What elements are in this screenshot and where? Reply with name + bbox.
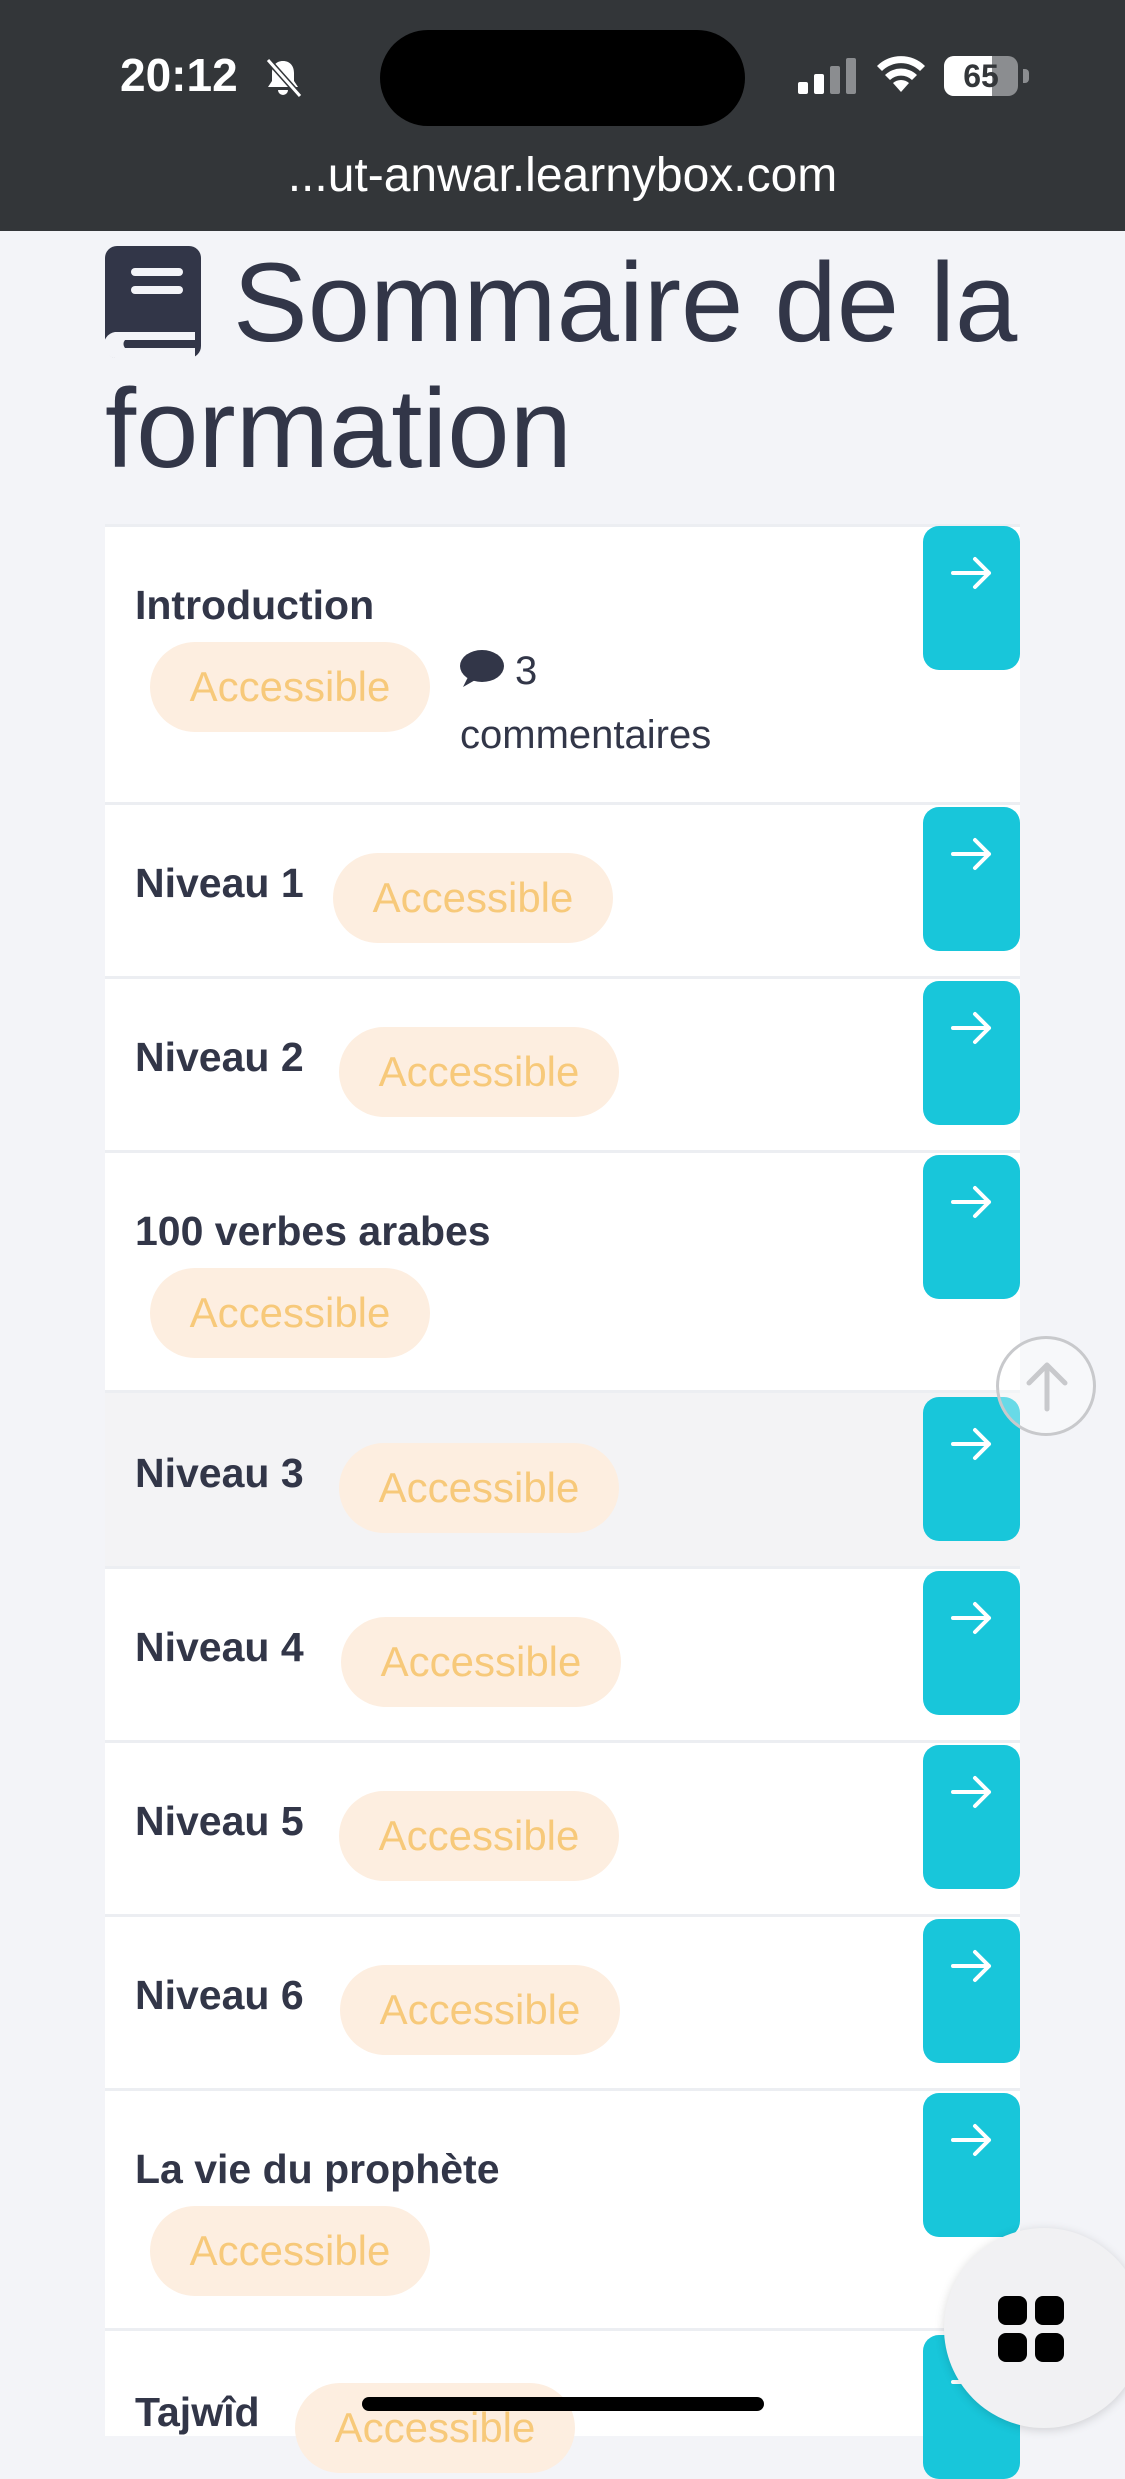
lesson-title: Niveau 1 <box>135 860 304 906</box>
lesson-title: Niveau 2 <box>135 1034 304 1080</box>
arrow-right-icon <box>951 1950 991 1982</box>
open-lesson-button[interactable] <box>923 1919 1020 2063</box>
bell-slash-icon <box>265 58 303 98</box>
lesson-title: Niveau 6 <box>135 1972 304 2018</box>
comment-count: 3 <box>515 649 538 693</box>
arrow-right-icon <box>951 1012 991 1044</box>
status-badge: Accessible <box>339 1443 619 1533</box>
dynamic-island <box>380 30 745 126</box>
wifi-icon <box>877 56 925 92</box>
lesson-row-100-verbes-arabes[interactable]: 100 verbes arabes Accessible <box>105 1150 1020 1390</box>
lesson-row-niveau-1[interactable]: Niveau 1 Accessible <box>105 802 1020 976</box>
home-indicator[interactable] <box>362 2397 764 2411</box>
open-lesson-button[interactable] <box>923 807 1020 951</box>
open-lesson-button[interactable] <box>923 1397 1020 1541</box>
battery-icon: 65 <box>944 56 1029 96</box>
arrow-right-icon <box>951 1776 991 1808</box>
status-badge: Accessible <box>340 1965 620 2055</box>
status-badge: Accessible <box>150 1268 430 1358</box>
arrow-right-icon <box>951 2124 991 2156</box>
url-bar[interactable]: ...ut-anwar.learnybox.com <box>0 148 1125 203</box>
status-badge: Accessible <box>339 1791 619 1881</box>
lesson-title: Niveau 4 <box>135 1624 304 1670</box>
battery-percent: 65 <box>963 58 999 94</box>
lesson-title: Tajwîd <box>135 2389 260 2435</box>
lesson-title: La vie du prophète <box>135 2146 500 2192</box>
status-time: 20:12 <box>120 49 238 101</box>
lesson-title: Introduction <box>135 582 375 628</box>
lesson-row-niveau-3[interactable]: Niveau 3 Accessible <box>105 1390 1020 1566</box>
lesson-title: Niveau 3 <box>135 1450 304 1496</box>
arrow-up-icon <box>1026 1362 1068 1412</box>
open-lesson-button[interactable] <box>923 2093 1020 2237</box>
open-lesson-button[interactable] <box>923 526 1020 670</box>
lesson-title: Niveau 5 <box>135 1798 304 1844</box>
page-title: Sommaire de la formation <box>105 240 1018 491</box>
lesson-row-niveau-4[interactable]: Niveau 4 Accessible <box>105 1566 1020 1740</box>
lesson-row-la-vie-du-prophete[interactable]: La vie du prophète Accessible <box>105 2088 1020 2328</box>
comment-label: commentaires <box>460 713 712 757</box>
lesson-row-niveau-5[interactable]: Niveau 5 Accessible <box>105 1740 1020 1914</box>
lesson-row-tajwid[interactable]: Tajwîd Accessible <box>105 2328 1020 2479</box>
arrow-right-icon <box>951 1428 991 1460</box>
grid-icon <box>998 2296 1064 2362</box>
open-lesson-button[interactable] <box>923 1745 1020 1889</box>
lesson-row-introduction[interactable]: Introduction Accessible 3 commentaires <box>105 524 1020 802</box>
signal-icon <box>798 58 856 94</box>
comment-icon <box>460 650 504 687</box>
status-badge: Accessible <box>150 2206 430 2296</box>
arrow-right-icon <box>951 557 991 589</box>
arrow-right-icon <box>951 1186 991 1218</box>
arrow-right-icon <box>951 838 991 870</box>
status-badge: Accessible <box>150 642 430 732</box>
status-bar: 20:12 65 ...ut-anwar.learnybox.com <box>0 0 1125 231</box>
status-badge: Accessible <box>341 1617 621 1707</box>
lesson-row-niveau-2[interactable]: Niveau 2 Accessible <box>105 976 1020 1150</box>
lesson-row-niveau-6[interactable]: Niveau 6 Accessible <box>105 1914 1020 2088</box>
open-lesson-button[interactable] <box>923 981 1020 1125</box>
status-badge: Accessible <box>333 853 613 943</box>
arrow-right-icon <box>951 1602 991 1634</box>
open-lesson-button[interactable] <box>923 1155 1020 1299</box>
lesson-title: 100 verbes arabes <box>135 1208 491 1254</box>
open-lesson-button[interactable] <box>923 1571 1020 1715</box>
scroll-to-top-button[interactable] <box>996 1336 1096 1436</box>
status-badge: Accessible <box>339 1027 619 1117</box>
